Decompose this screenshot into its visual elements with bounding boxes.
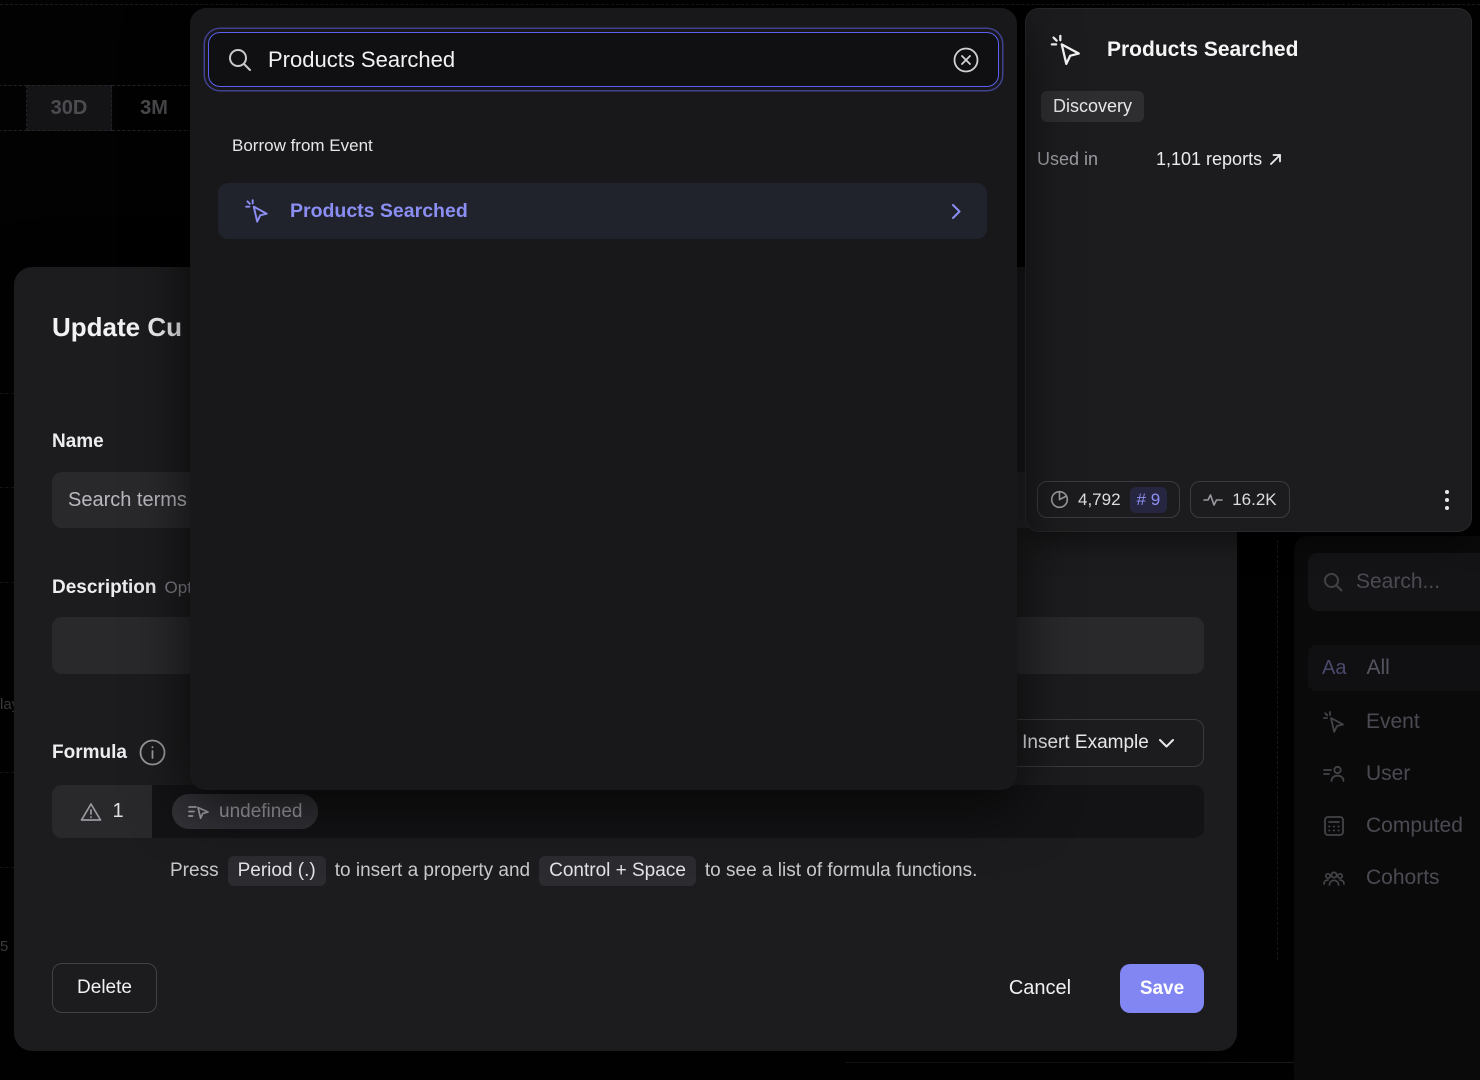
kebab-dot bbox=[1445, 506, 1449, 510]
description-label-text: Description bbox=[52, 577, 157, 598]
result-label: Products Searched bbox=[290, 200, 468, 223]
kbd-control-space: Control + Space bbox=[539, 856, 696, 886]
kebab-dot bbox=[1445, 498, 1449, 502]
rank-badge: # 9 bbox=[1130, 487, 1168, 513]
formula-property-chip[interactable]: undefined bbox=[172, 794, 318, 829]
warning-icon bbox=[80, 802, 102, 822]
modal-title: Update Cu bbox=[52, 312, 182, 343]
event-cursor-icon bbox=[1049, 33, 1083, 67]
property-cursor-icon bbox=[188, 804, 210, 820]
volume-pill[interactable]: 16.2K bbox=[1190, 481, 1289, 518]
pulse-icon bbox=[1203, 492, 1223, 508]
info-icon[interactable] bbox=[139, 739, 166, 766]
search-input[interactable] bbox=[268, 47, 937, 73]
event-cursor-icon bbox=[244, 198, 270, 224]
helper-end: to see a list of formula functions. bbox=[705, 860, 977, 882]
used-in-reports-link[interactable]: 1,101 reports bbox=[1156, 149, 1282, 170]
used-in-value: 1,101 reports bbox=[1156, 149, 1262, 170]
search-field bbox=[208, 32, 999, 87]
kbd-period: Period (.) bbox=[228, 856, 326, 886]
used-in-label: Used in bbox=[1037, 149, 1156, 170]
clear-search-button[interactable] bbox=[952, 46, 980, 74]
chevron-down-icon bbox=[1159, 739, 1174, 748]
search-icon bbox=[227, 47, 253, 73]
clear-circle-icon bbox=[952, 46, 980, 74]
name-label: Name bbox=[52, 431, 104, 453]
borrow-from-event-label: Borrow from Event bbox=[232, 136, 373, 156]
property-search-overlay: Borrow from Event Products Searched bbox=[190, 8, 1017, 790]
search-result-products-searched[interactable]: Products Searched bbox=[218, 183, 987, 239]
kebab-dot bbox=[1445, 490, 1449, 494]
formula-label: Formula bbox=[52, 739, 166, 766]
details-title: Products Searched bbox=[1107, 38, 1298, 62]
property-details-panel: Products Searched Discovery Used in 1,10… bbox=[1025, 8, 1472, 532]
error-count: 1 bbox=[112, 800, 123, 823]
details-header: Products Searched bbox=[1049, 33, 1298, 67]
category-badge: Discovery bbox=[1041, 91, 1144, 122]
used-in-row: Used in 1,101 reports bbox=[1037, 149, 1282, 170]
external-link-icon bbox=[1269, 153, 1282, 166]
formula-editor: 1 undefined bbox=[52, 785, 1204, 838]
formula-helper-text: Press Period (.) to insert a property an… bbox=[170, 856, 977, 886]
insert-example-button[interactable]: Insert Example bbox=[992, 719, 1204, 767]
formula-input[interactable]: undefined bbox=[152, 785, 1204, 838]
pie-icon bbox=[1050, 490, 1069, 509]
stats-row: 4,792 # 9 16.2K bbox=[1037, 481, 1455, 518]
chevron-right-icon bbox=[952, 204, 961, 219]
save-button[interactable]: Save bbox=[1120, 964, 1204, 1013]
unique-values-count: 4,792 bbox=[1078, 490, 1121, 510]
more-options-button[interactable] bbox=[1439, 484, 1455, 516]
formula-chip-label: undefined bbox=[219, 801, 302, 823]
helper-middle: to insert a property and bbox=[335, 860, 530, 882]
formula-error-gutter: 1 bbox=[52, 785, 152, 838]
unique-values-pill[interactable]: 4,792 # 9 bbox=[1037, 481, 1180, 518]
delete-button[interactable]: Delete bbox=[52, 963, 157, 1013]
helper-press: Press bbox=[170, 860, 219, 882]
insert-example-label: Insert Example bbox=[1022, 732, 1149, 754]
volume-count: 16.2K bbox=[1232, 490, 1276, 510]
formula-label-text: Formula bbox=[52, 742, 127, 764]
cancel-button[interactable]: Cancel bbox=[980, 963, 1100, 1013]
